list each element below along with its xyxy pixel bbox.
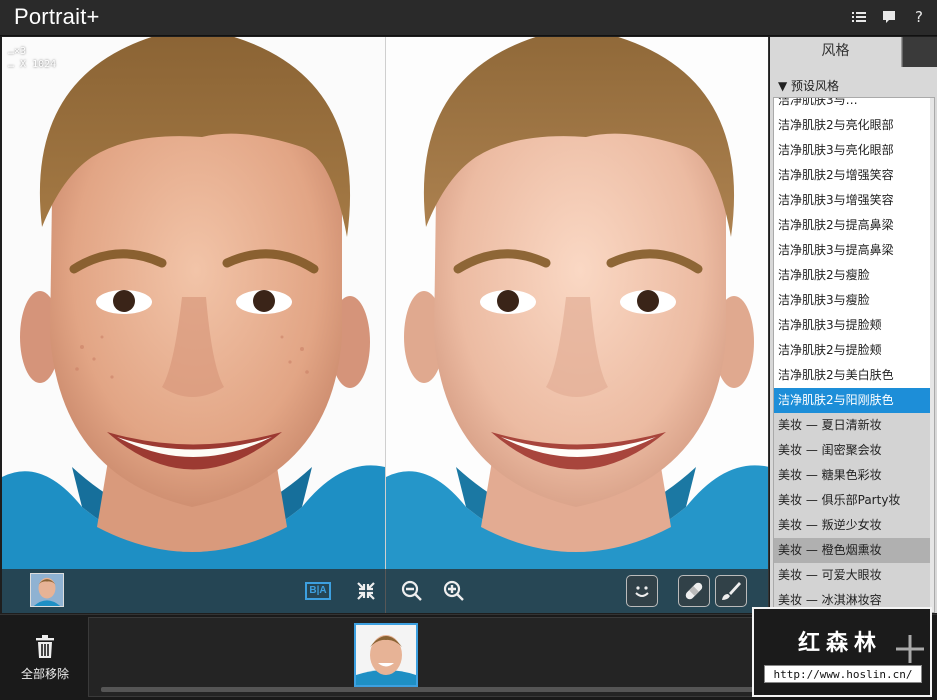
photo-thumbnail[interactable] (354, 623, 418, 687)
preset-list-item[interactable]: 洁净肌肤2与阳刚肤色 (774, 388, 934, 413)
preset-list-item[interactable]: 洁净肌肤2与提脸颊 (774, 338, 934, 363)
preset-list-item[interactable]: 洁净肌肤2与提高鼻梁 (774, 213, 934, 238)
style-panel: 风格 ▼ 预设风格 洁净肌肤3与… 洁净肌肤2与亮化眼部 洁净肌肤3与亮化眼部 洁净肌… (770, 37, 937, 613)
tab-secondary[interactable] (902, 37, 937, 67)
preset-list-item[interactable]: 美妆 — 夏日清新妆 (774, 413, 934, 438)
preset-list-item[interactable]: 洁净肌肤3与提脸颊 (774, 313, 934, 338)
title-bar: Portrait+ ? (0, 0, 937, 36)
preset-list-item[interactable]: 洁净肌肤2与瘦脸 (774, 263, 934, 288)
preview-area[interactable]: …×3 … X 1024 B|A (2, 37, 769, 613)
preset-list-item[interactable]: 洁净肌肤3与亮化眼部 (774, 138, 934, 163)
help-icon[interactable]: ? (911, 8, 927, 26)
preset-list-item[interactable]: 美妆 — 橙色烟熏妆 (774, 538, 934, 563)
preset-list-item[interactable]: 洁净肌肤2与美白肤色 (774, 363, 934, 388)
preset-list-item[interactable]: 美妆 — 可爱大眼妆 (774, 563, 934, 588)
zoom-out-icon[interactable] (396, 575, 428, 607)
original-thumbnail-button[interactable] (30, 573, 64, 607)
after-photo (386, 37, 768, 613)
brush-icon[interactable] (715, 575, 747, 607)
preset-list-scrollbar[interactable] (930, 98, 934, 612)
preset-list-item[interactable]: 洁净肌肤3与… (774, 98, 934, 113)
app-title: Portrait+ (14, 4, 100, 29)
trash-icon (36, 635, 54, 658)
bandage-icon[interactable] (678, 575, 710, 607)
preset-list-item[interactable]: 美妆 — 俱乐部Party妆 (774, 488, 934, 513)
remove-all-button[interactable]: 全部移除 (10, 631, 80, 687)
chat-icon[interactable] (881, 8, 897, 26)
image-info: …×3 … X 1024 (8, 46, 57, 70)
title-bar-icons: ? (851, 8, 927, 26)
zoom-in-icon[interactable] (438, 575, 470, 607)
preset-list-item[interactable]: 洁净肌肤3与瘦脸 (774, 288, 934, 313)
preset-list-item[interactable]: 美妆 — 叛逆少女妆 (774, 513, 934, 538)
tab-style[interactable]: 风格 (770, 37, 902, 67)
watermark-logo: 红森林 http://www.hoslin.cn/ (752, 607, 932, 697)
preset-list-items: 洁净肌肤3与… 洁净肌肤2与亮化眼部 洁净肌肤3与亮化眼部 洁净肌肤2与增强笑容 洁净肌… (774, 98, 934, 612)
watermark-url: http://www.hoslin.cn/ (764, 665, 922, 683)
before-photo: …×3 … X 1024 (2, 37, 385, 613)
preset-list-item[interactable]: 洁净肌肤2与亮化眼部 (774, 113, 934, 138)
before-after-icon[interactable]: B|A (302, 575, 334, 607)
watermark-text: 红森林 (798, 631, 883, 656)
fit-screen-icon[interactable] (350, 575, 382, 607)
preset-list-item[interactable]: 美妆 — 糖果色彩妆 (774, 463, 934, 488)
preview-toolbar: B|A (2, 569, 768, 613)
preset-list-item[interactable]: 洁净肌肤2与增强笑容 (774, 163, 934, 188)
panel-tabs: 风格 (770, 37, 937, 67)
add-icon[interactable] (894, 633, 926, 665)
thumbnail-strip (88, 617, 788, 697)
thumbnail-strip-scrollbar[interactable] (101, 687, 771, 692)
smile-icon[interactable] (626, 575, 658, 607)
preset-list[interactable]: 洁净肌肤3与… 洁净肌肤2与亮化眼部 洁净肌肤3与亮化眼部 洁净肌肤2与增强笑容 洁净肌… (773, 97, 935, 613)
preset-styles-header[interactable]: ▼ 预设风格 (770, 75, 937, 97)
list-icon[interactable] (851, 8, 867, 26)
preset-list-item[interactable]: 美妆 — 闺密聚会妆 (774, 438, 934, 463)
preset-list-item[interactable]: 洁净肌肤3与提高鼻梁 (774, 238, 934, 263)
preset-list-item[interactable]: 洁净肌肤3与增强笑容 (774, 188, 934, 213)
